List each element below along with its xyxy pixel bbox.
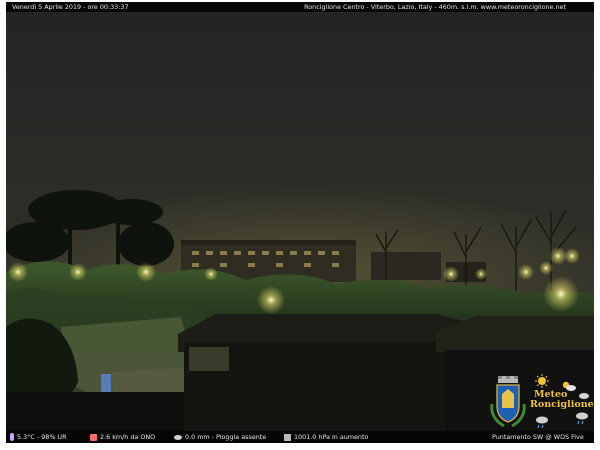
rain-label: 0.0 mm - Pioggia assente: [185, 433, 267, 441]
wind-icon: [90, 433, 97, 441]
wind-item: 2.6 km/h da ONO: [90, 431, 155, 443]
logo-line-2: Ronciglione: [530, 399, 594, 410]
temperature-humidity-label: 5.3°C - 98% UR: [17, 433, 67, 441]
header-bar: Venerdì 5 Aprile 2019 - ore 00:33:37 Ron…: [6, 2, 594, 12]
barometer-icon: [284, 433, 291, 441]
logo-text: Meteo Ronciglione: [530, 390, 594, 410]
webcam-frame: Venerdì 5 Aprile 2019 - ore 00:33:37 Ron…: [6, 2, 594, 443]
rain-cloud-icon: [174, 434, 182, 440]
camera-label: Puntamento SW @ WDS Five: [492, 433, 584, 441]
sun-icon: [535, 374, 549, 388]
weather-footer-bar: 5.3°C - 98% UR 2.6 km/h da ONO 0.0 mm - …: [6, 431, 594, 443]
datetime-label: Venerdì 5 Aprile 2019 - ore 00:33:37: [12, 3, 129, 11]
night-scene-image: [6, 12, 594, 431]
thermometer-icon: [10, 433, 14, 441]
location-label: Ronciglione Centro - Viterbo, Lazio, Ita…: [304, 3, 566, 11]
pressure-label: 1001.0 hPa in aumento: [294, 433, 369, 441]
rain-item: 0.0 mm - Pioggia assente: [174, 431, 266, 443]
temperature-item: 5.3°C - 98% UR: [10, 431, 67, 443]
wind-label: 2.6 km/h da ONO: [100, 433, 156, 441]
camera-item: Puntamento SW @ WDS Five: [492, 431, 584, 443]
pressure-item: 1001.0 hPa in aumento: [284, 431, 368, 443]
